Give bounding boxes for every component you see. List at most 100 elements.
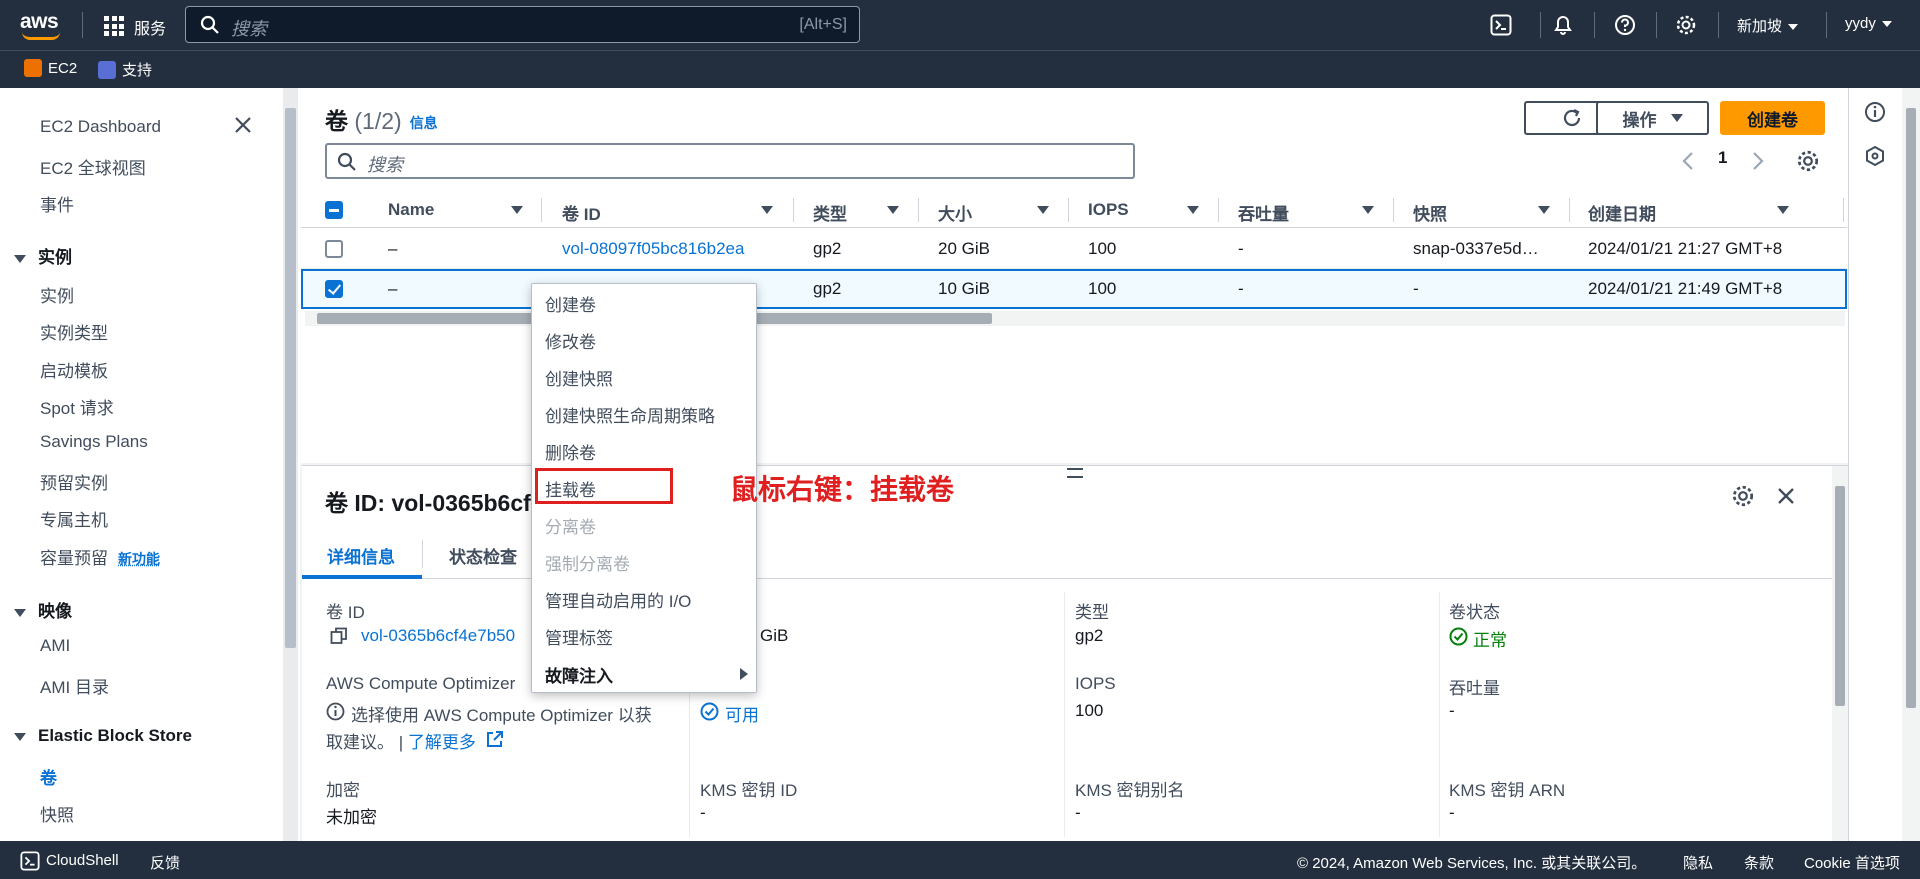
sidebar-item-savings-plans[interactable]: Savings Plans (40, 432, 148, 452)
user-menu[interactable]: yydy (1845, 15, 1892, 32)
gear-icon[interactable] (1675, 14, 1697, 36)
info-icon[interactable] (1864, 101, 1886, 123)
sort-icon[interactable] (511, 206, 523, 214)
info-link[interactable]: 信息 (410, 115, 438, 131)
actions-button[interactable]: 操作 (1596, 101, 1709, 135)
sidebar-item-spot-requests[interactable]: Spot 请求 (40, 394, 114, 419)
sidebar-group-ebs[interactable]: Elastic Block Store (14, 726, 192, 746)
column-divider[interactable] (541, 198, 542, 222)
sidebar-item-global-view[interactable]: EC2 全球视图 (40, 154, 146, 179)
privacy-link[interactable]: 隐私 (1683, 852, 1713, 873)
tab-status-checks[interactable]: 状态检查 (449, 543, 517, 568)
feedback-link[interactable]: 反馈 (150, 852, 180, 873)
menu-item-delete-volume[interactable]: 删除卷 (545, 439, 596, 464)
cloudshell-icon[interactable] (1490, 14, 1512, 36)
sidebar-item-reserved-instances[interactable]: 预留实例 (40, 469, 108, 494)
sort-icon[interactable] (1362, 206, 1374, 214)
learn-more-link[interactable]: 了解更多 (408, 733, 476, 752)
sidebar-item-instance-types[interactable]: 实例类型 (40, 319, 108, 344)
volume-id-value[interactable]: vol-0365b6cf4e7b50 (361, 626, 515, 646)
sidebar-item-launch-templates[interactable]: 启动模板 (40, 357, 108, 382)
menu-item-create-volume[interactable]: 创建卷 (545, 291, 596, 316)
column-type[interactable]: 类型 (813, 200, 847, 225)
detail-scrollbar[interactable] (1832, 466, 1848, 841)
menu-item-create-lifecycle-policy[interactable]: 创建快照生命周期策略 (545, 402, 715, 427)
page-scrollbar[interactable] (1902, 88, 1920, 841)
sidebar-item-dedicated-hosts[interactable]: 专属主机 (40, 506, 108, 531)
terms-link[interactable]: 条款 (1744, 852, 1774, 873)
sort-icon[interactable] (1187, 206, 1199, 214)
cloudshell-link[interactable]: CloudShell (46, 852, 119, 869)
sort-icon[interactable] (887, 206, 899, 214)
sidebar-item-ami[interactable]: AMI (40, 636, 70, 656)
column-iops[interactable]: IOPS (1088, 200, 1129, 220)
volume-search-input[interactable]: 搜索 (325, 143, 1135, 179)
sidebar-item-volumes[interactable]: 卷 (40, 764, 57, 789)
aws-logo[interactable]: aws (20, 10, 60, 40)
column-divider[interactable] (1569, 198, 1570, 222)
help-icon[interactable] (1614, 14, 1636, 36)
column-created[interactable]: 创建日期 (1588, 200, 1656, 225)
row-checkbox[interactable] (325, 240, 343, 258)
close-icon[interactable] (232, 114, 254, 136)
sidebar-group-instances[interactable]: 实例 (14, 243, 72, 268)
favorite-support[interactable]: 支持 (98, 59, 152, 80)
cookie-preferences-link[interactable]: Cookie 首选项 (1804, 852, 1900, 873)
column-divider[interactable] (1843, 198, 1844, 222)
menu-item-manage-tags[interactable]: 管理标签 (545, 624, 613, 649)
cloudshell-icon[interactable] (20, 851, 40, 871)
hexagon-icon[interactable] (1864, 145, 1886, 167)
cell-volume-id[interactable]: vol-08097f05bc816b2ea (562, 239, 744, 259)
gear-icon[interactable] (1731, 484, 1755, 508)
column-volume-id[interactable]: 卷 ID (562, 200, 601, 225)
page-number[interactable]: 1 (1718, 148, 1727, 168)
column-divider[interactable] (1068, 198, 1069, 222)
sort-icon[interactable] (1777, 206, 1789, 214)
column-name[interactable]: Name (388, 200, 434, 220)
scroll-thumb[interactable] (285, 108, 296, 648)
sidebar-scrollbar[interactable] (283, 88, 298, 841)
select-all-checkbox[interactable] (325, 201, 343, 219)
sidebar-group-images[interactable]: 映像 (14, 597, 72, 622)
sort-icon[interactable] (1037, 206, 1049, 214)
tab-details[interactable]: 详细信息 (327, 543, 395, 568)
favorite-ec2[interactable]: EC2 (24, 59, 77, 77)
sidebar-item-ami-catalog[interactable]: AMI 目录 (40, 673, 109, 698)
chevron-right-icon[interactable] (1750, 150, 1766, 172)
new-badge[interactable]: 新功能 (118, 551, 160, 567)
sidebar-item-events[interactable]: 事件 (40, 191, 74, 216)
close-icon[interactable] (1775, 485, 1797, 507)
column-divider[interactable] (793, 198, 794, 222)
create-volume-button[interactable]: 创建卷 (1720, 101, 1825, 135)
sort-icon[interactable] (1538, 206, 1550, 214)
copy-icon[interactable] (330, 627, 348, 645)
panel-resize-handle[interactable] (1067, 468, 1083, 478)
gear-icon[interactable] (1796, 149, 1820, 173)
menu-item-manage-auto-io[interactable]: 管理自动启用的 I/O (545, 587, 691, 612)
column-divider[interactable] (918, 198, 919, 222)
menu-item-fault-injection[interactable]: 故障注入 (545, 662, 613, 687)
sidebar-item-ec2-dashboard[interactable]: EC2 Dashboard (40, 117, 161, 137)
table-row[interactable]: – vol-08097f05bc816b2ea gp2 20 GiB 100 -… (301, 229, 1847, 269)
menu-item-create-snapshot[interactable]: 创建快照 (545, 365, 613, 390)
column-snapshot[interactable]: 快照 (1413, 200, 1447, 225)
column-size[interactable]: 大小 (938, 200, 972, 225)
chevron-left-icon[interactable] (1680, 150, 1696, 172)
column-divider[interactable] (1218, 198, 1219, 222)
region-selector[interactable]: 新加坡 (1737, 15, 1799, 36)
sidebar-item-capacity-reservations[interactable]: 容量预留 新功能 (40, 544, 160, 569)
sort-icon[interactable] (761, 206, 773, 214)
sidebar-item-snapshots[interactable]: 快照 (40, 801, 74, 826)
global-search-input[interactable]: 搜索 [Alt+S] (185, 6, 860, 43)
column-divider[interactable] (1393, 198, 1394, 222)
menu-item-modify-volume[interactable]: 修改卷 (545, 328, 596, 353)
external-link-icon[interactable] (486, 730, 504, 748)
services-grid-icon[interactable] (104, 16, 124, 36)
sidebar-item-instances[interactable]: 实例 (40, 282, 74, 307)
scroll-thumb[interactable] (1835, 486, 1845, 706)
row-checkbox[interactable] (325, 280, 343, 298)
scroll-thumb[interactable] (1906, 108, 1916, 708)
column-throughput[interactable]: 吞吐量 (1238, 200, 1289, 225)
services-menu[interactable]: 服务 (134, 15, 166, 39)
bell-icon[interactable] (1552, 14, 1574, 36)
